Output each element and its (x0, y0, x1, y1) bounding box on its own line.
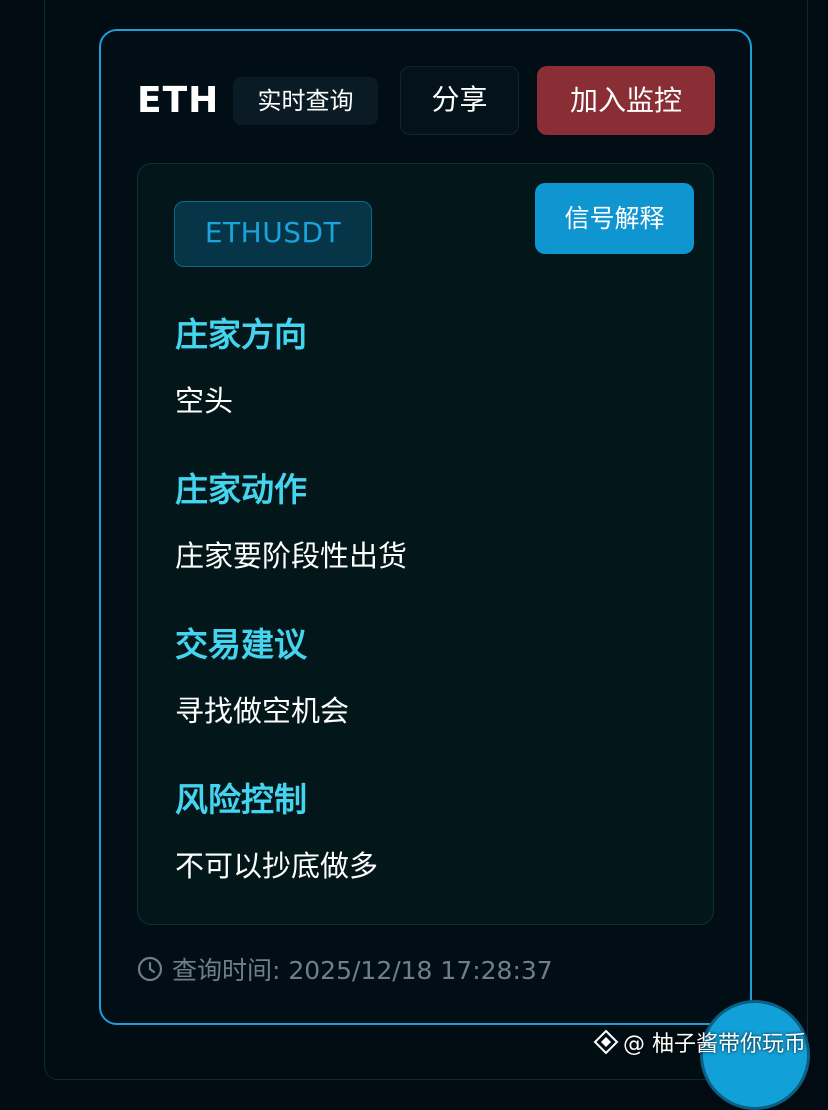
section-value-advice: 寻找做空机会 (175, 694, 350, 728)
query-time-text: 查询时间: 2025/12/18 17:28:37 (172, 956, 553, 985)
diamond-icon (593, 1029, 619, 1055)
section-value-action: 庄家要阶段性出货 (175, 539, 408, 573)
share-button[interactable]: 分享 (400, 66, 519, 135)
watermark: @ 柚子酱带你玩币 (593, 1024, 806, 1060)
card-header: ETH 实时查询 分享 加入监控 (137, 66, 715, 136)
watermark-text: @ 柚子酱带你玩币 (623, 1032, 806, 1057)
realtime-query-badge[interactable]: 实时查询 (233, 77, 378, 125)
clock-icon (137, 956, 163, 982)
coin-title: ETH (137, 80, 220, 121)
signal-explain-button[interactable]: 信号解释 (535, 183, 694, 254)
section-value-risk: 不可以抄底做多 (175, 849, 379, 883)
query-time: 查询时间: 2025/12/18 17:28:37 (137, 952, 553, 986)
section-value-direction: 空头 (175, 384, 234, 418)
section-title-action: 庄家动作 (175, 470, 307, 509)
section-title-direction: 庄家方向 (175, 315, 307, 354)
add-monitor-button[interactable]: 加入监控 (537, 66, 715, 135)
section-title-risk: 风险控制 (175, 780, 307, 819)
section-title-advice: 交易建议 (175, 625, 307, 664)
symbol-tag: ETHUSDT (174, 201, 372, 267)
